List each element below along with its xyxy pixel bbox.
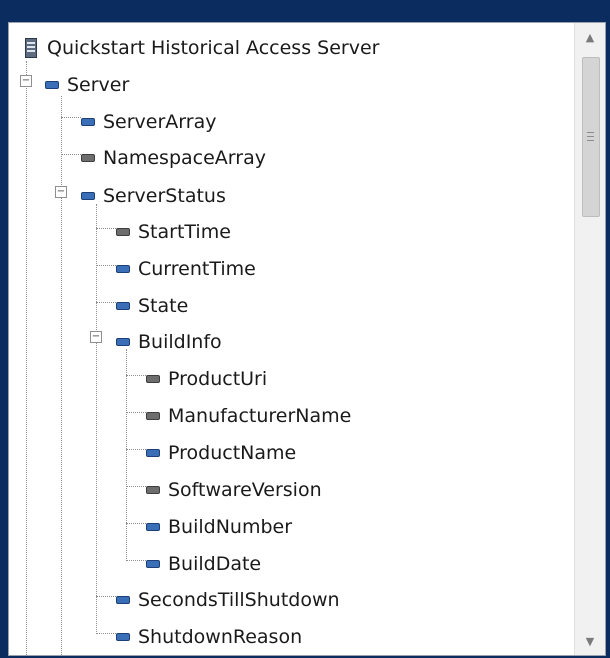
tree-item-label: BuildDate [168,553,262,575]
blue-node-icon [45,81,59,89]
tree-item-starttime[interactable]: StartTime [116,214,231,250]
tree-item-softwareversion[interactable]: SoftwareVersion [146,472,322,508]
tree-branch-line [96,228,116,229]
gray-node-icon [116,228,130,236]
blue-node-icon [81,118,95,126]
scroll-down-icon[interactable]: ▼ [575,627,605,655]
blue-node-icon [116,338,130,346]
tree-branch-line [96,265,116,266]
tree-guide-line [96,204,97,634]
blue-node-icon [146,523,160,531]
collapse-toggle-server[interactable]: − [20,75,32,87]
tree-branch-line [96,633,116,634]
tree-view-panel: − − − Quickstart Historical Access Serve… [8,22,606,656]
tree-item-label: NamespaceArray [103,147,266,169]
server-icon [23,38,39,58]
tree-item-label: BuildNumber [168,516,293,538]
tree-item-serverstatus[interactable]: ServerStatus [81,178,226,214]
grip-line [587,132,594,133]
scroll-up-icon[interactable]: ▲ [575,23,605,51]
tree-item-serverarray[interactable]: ServerArray [81,104,216,140]
tree-item-label: ProductName [168,442,297,464]
tree-item-label: State [138,295,189,317]
gray-node-icon [146,375,160,383]
tree-item-manufacturername[interactable]: ManufacturerName [146,398,351,434]
tree-branch-line [126,560,146,561]
tree-guide-line [61,96,62,655]
tree-item-state[interactable]: State [116,288,188,324]
blue-node-icon [81,192,95,200]
tree-item-producturi[interactable]: ProductUri [146,361,267,397]
tree-item-builddate[interactable]: BuildDate [146,546,261,582]
tree-item-label: BuildInfo [138,331,222,353]
tree-branch-line [61,117,81,118]
tree-item-label: ShutdownReason [138,626,303,648]
grip-line [587,140,594,141]
tree-guide-line [126,349,127,561]
tree-item-label: SoftwareVersion [168,479,322,501]
tree-item-label: Quickstart Historical Access Server [47,37,380,59]
gray-node-icon [146,486,160,494]
tree-branch-line [96,596,116,597]
tree-item-label: ServerStatus [103,185,226,207]
tree-branch-line [126,523,146,524]
collapse-toggle-buildinfo[interactable]: − [90,331,102,343]
tree-item-label: ManufacturerName [168,405,352,427]
tree-item-namespacearray[interactable]: NamespaceArray [81,140,266,176]
tree-item-root[interactable]: Quickstart Historical Access Server [23,30,379,66]
tree-branch-line [126,486,146,487]
tree-item-label: Server [67,74,130,96]
grip-line [587,136,594,137]
tree-branch-line [126,375,146,376]
tree-item-label: StartTime [138,221,231,243]
tree-item-server[interactable]: Server [45,67,129,103]
tree-branch-line [126,412,146,413]
gray-node-icon [81,154,95,162]
blue-node-icon [116,302,130,310]
blue-node-icon [116,596,130,604]
tree-item-label: ProductUri [168,368,268,390]
collapse-toggle-serverstatus[interactable]: − [55,186,67,198]
tree-item-label: SecondsTillShutdown [138,589,340,611]
scrollbar-thumb[interactable] [582,57,600,217]
tree-item-buildnumber[interactable]: BuildNumber [146,509,292,545]
blue-node-icon [146,449,160,457]
blue-node-icon [116,633,130,641]
address-space-tree[interactable]: − − − Quickstart Historical Access Serve… [9,23,574,655]
tree-branch-line [126,449,146,450]
blue-node-icon [146,560,160,568]
tree-item-shutdownreason[interactable]: ShutdownReason [116,619,302,655]
tree-guide-line [26,61,27,655]
tree-item-currenttime[interactable]: CurrentTime [116,251,256,287]
gray-node-icon [146,412,160,420]
tree-branch-line [61,154,81,155]
tree-item-label: CurrentTime [138,258,256,280]
tree-item-secondstillshutdown[interactable]: SecondsTillShutdown [116,582,340,618]
tree-branch-line [96,302,116,303]
tree-item-productname[interactable]: ProductName [146,435,296,471]
blue-node-icon [116,265,130,273]
tree-item-label: ServerArray [103,111,217,133]
vertical-scrollbar[interactable]: ▲ ▼ [574,23,605,655]
tree-item-buildinfo[interactable]: BuildInfo [116,324,222,360]
